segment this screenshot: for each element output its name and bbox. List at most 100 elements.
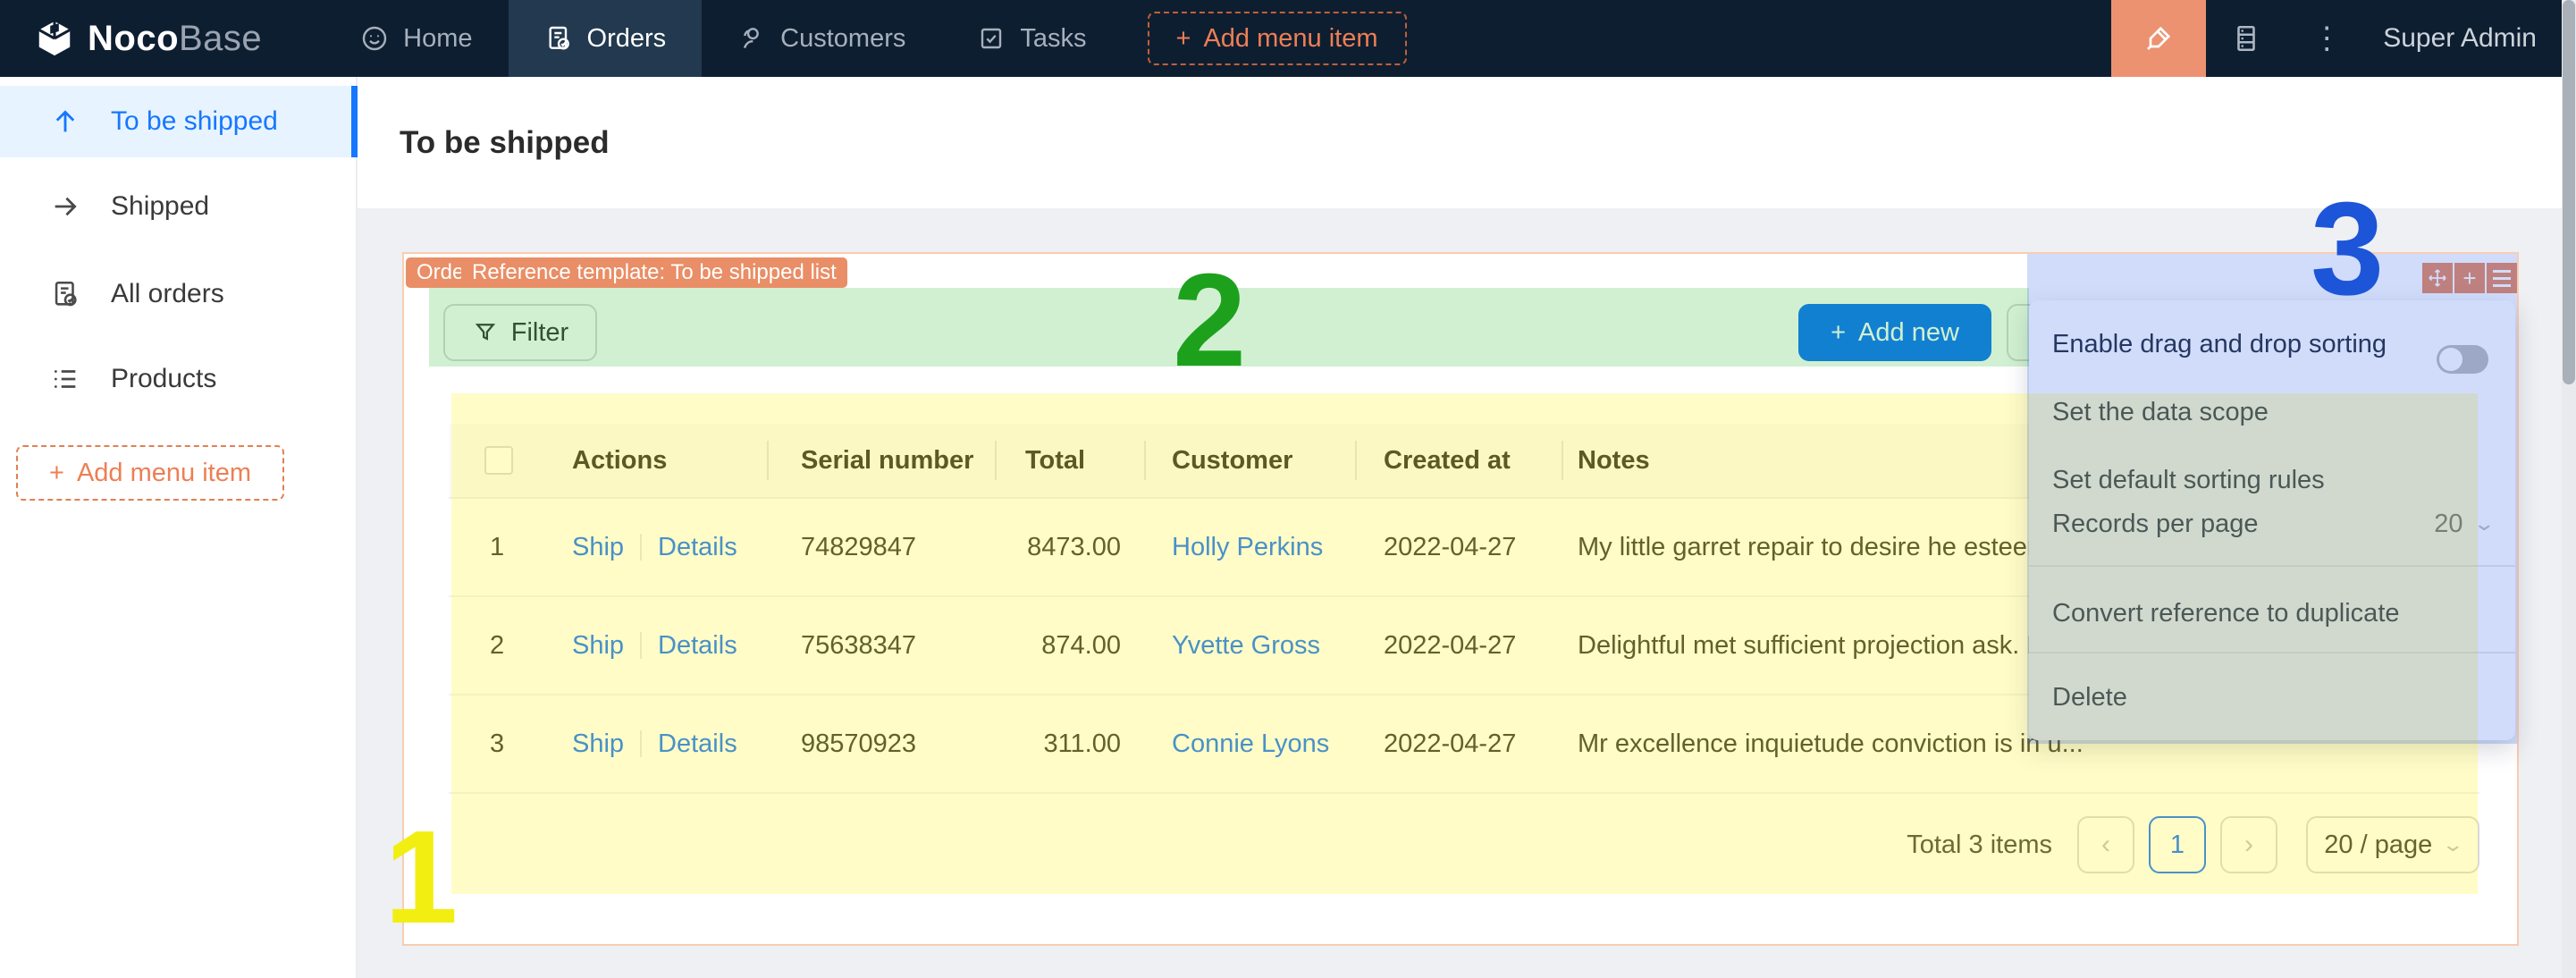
more-icon: ⋮ xyxy=(2311,23,2342,54)
top-navbar: NocoBase Home Orders Customers Tasks + A… xyxy=(0,0,2576,77)
menu-item-records-per-page[interactable]: Records per page 20⌄ xyxy=(2029,495,2515,552)
add-new-button[interactable]: + Add new xyxy=(1798,304,1991,361)
serial-cell: 98570923 xyxy=(767,696,995,792)
page-header-band xyxy=(358,77,2562,208)
total-cell: 8473.00 xyxy=(995,499,1144,595)
action-divider xyxy=(640,632,642,659)
total-cell: 874.00 xyxy=(995,597,1144,694)
plus-icon: + xyxy=(1176,24,1191,54)
menu-item-data-scope[interactable]: Set the data scope xyxy=(2029,384,2515,441)
ui-editor-button[interactable] xyxy=(2111,0,2206,77)
nav-item-tasks[interactable]: Tasks xyxy=(941,0,1122,77)
nocobase-logo[interactable]: NocoBase xyxy=(34,18,262,59)
logo-noco: Noco xyxy=(88,19,179,58)
ship-link[interactable]: Ship xyxy=(572,533,624,562)
row-index: 1 xyxy=(449,499,547,595)
pagination: Total 3 items ‹ 1 › 20 / page ⌄ xyxy=(449,794,2479,896)
plus-icon: + xyxy=(1831,318,1846,348)
reference-template-tag: Reference template: To be shipped list xyxy=(461,257,847,288)
logo-base: Base xyxy=(179,19,262,58)
sidebar: To be shipped Shipped All orders Product… xyxy=(0,77,358,978)
pagination-total: Total 3 items xyxy=(1907,830,2052,860)
menu-item-delete[interactable]: Delete xyxy=(2029,669,2515,726)
customer-link[interactable]: Holly Perkins xyxy=(1172,533,1323,562)
sidebar-item-shipped[interactable]: Shipped xyxy=(0,171,358,242)
sidebar-item-all-orders[interactable]: All orders xyxy=(0,258,358,330)
orders-icon xyxy=(50,279,80,309)
action-divider xyxy=(640,730,642,757)
row-index: 3 xyxy=(449,696,547,792)
drag-sort-toggle[interactable] xyxy=(2437,345,2488,374)
serial-cell: 75638347 xyxy=(767,597,995,694)
plus-icon: + xyxy=(49,459,64,488)
block-designer-actions: + xyxy=(2422,263,2517,293)
nav-item-home[interactable]: Home xyxy=(324,0,508,77)
next-page-button[interactable]: › xyxy=(2220,816,2277,873)
block-settings-button[interactable] xyxy=(2487,263,2517,293)
total-cell: 311.00 xyxy=(995,696,1144,792)
page-title: To be shipped xyxy=(400,125,610,161)
add-icon: + xyxy=(2462,266,2476,290)
sidebar-add-menu-item-button[interactable]: + Add menu item xyxy=(16,445,284,501)
chevron-right-icon: › xyxy=(2244,830,2253,860)
page-scrollbar xyxy=(2562,0,2576,978)
nav-item-customers[interactable]: Customers xyxy=(702,0,941,77)
ui-editor-icon xyxy=(2142,22,2175,55)
col-header-actions: Actions xyxy=(547,424,767,497)
page-1-button[interactable]: 1 xyxy=(2149,816,2206,873)
home-icon xyxy=(360,24,389,53)
prev-page-button[interactable]: ‹ xyxy=(2077,816,2134,873)
details-link[interactable]: Details xyxy=(658,631,737,661)
serial-cell: 74829847 xyxy=(767,499,995,595)
nav-item-orders[interactable]: Orders xyxy=(509,0,703,77)
block-settings-menu: Enable drag and drop sorting Set the dat… xyxy=(2029,300,2515,740)
filter-icon xyxy=(472,319,499,346)
chevron-left-icon: ‹ xyxy=(2101,830,2110,860)
details-link[interactable]: Details xyxy=(658,729,737,759)
nav-item-label: Home xyxy=(403,24,472,54)
arrow-right-icon xyxy=(50,191,80,222)
page-size-select[interactable]: 20 / page ⌄ xyxy=(2306,816,2479,873)
ship-link[interactable]: Ship xyxy=(572,729,624,759)
list-icon xyxy=(50,364,80,394)
customers-icon xyxy=(737,24,766,53)
menu-divider xyxy=(2029,652,2515,653)
nav-item-label: Orders xyxy=(587,24,667,54)
orders-icon xyxy=(544,24,573,53)
customer-link[interactable]: Connie Lyons xyxy=(1172,729,1329,759)
collections-button[interactable] xyxy=(2206,0,2286,77)
nocobase-logo-icon xyxy=(34,18,75,59)
nav-item-label: Customers xyxy=(780,24,905,54)
menu-item-convert-reference[interactable]: Convert reference to duplicate xyxy=(2029,585,2515,642)
arrow-up-icon xyxy=(50,106,80,137)
action-divider xyxy=(640,534,642,561)
sidebar-item-to-be-shipped[interactable]: To be shipped xyxy=(0,86,358,157)
menu-item-enable-sorting[interactable]: Enable drag and drop sorting xyxy=(2029,316,2515,373)
created-at-cell: 2022-04-27 xyxy=(1355,597,1562,694)
menu-icon xyxy=(2493,270,2511,287)
sidebar-item-products[interactable]: Products xyxy=(0,343,358,415)
select-all-checkbox[interactable] xyxy=(484,446,513,475)
ship-link[interactable]: Ship xyxy=(572,631,624,661)
customer-link[interactable]: Yvette Gross xyxy=(1172,631,1320,661)
user-menu[interactable]: Super Admin xyxy=(2383,23,2537,54)
row-index: 2 xyxy=(449,597,547,694)
more-button[interactable]: ⋮ xyxy=(2286,0,2367,77)
filter-button[interactable]: Filter xyxy=(443,304,597,361)
navbar-add-menu-item-button[interactable]: + Add menu item xyxy=(1148,12,1407,65)
drag-icon xyxy=(2427,267,2448,289)
details-link[interactable]: Details xyxy=(658,533,737,562)
nav-item-label: Tasks xyxy=(1020,24,1086,54)
col-header-created-at: Created at xyxy=(1355,424,1562,497)
records-per-page-value: 20 xyxy=(2434,510,2462,539)
add-block-button[interactable]: + xyxy=(2454,263,2485,293)
drag-handle[interactable] xyxy=(2422,263,2453,293)
col-header-total: Total xyxy=(995,424,1144,497)
col-header-serial: Serial number xyxy=(767,424,995,497)
created-at-cell: 2022-04-27 xyxy=(1355,499,1562,595)
chevron-down-icon: ⌄ xyxy=(2442,833,2465,856)
tasks-icon xyxy=(977,24,1006,53)
menu-divider xyxy=(2029,565,2515,567)
scrollbar-thumb[interactable] xyxy=(2563,0,2575,384)
chevron-down-icon: ⌄ xyxy=(2472,512,2496,535)
